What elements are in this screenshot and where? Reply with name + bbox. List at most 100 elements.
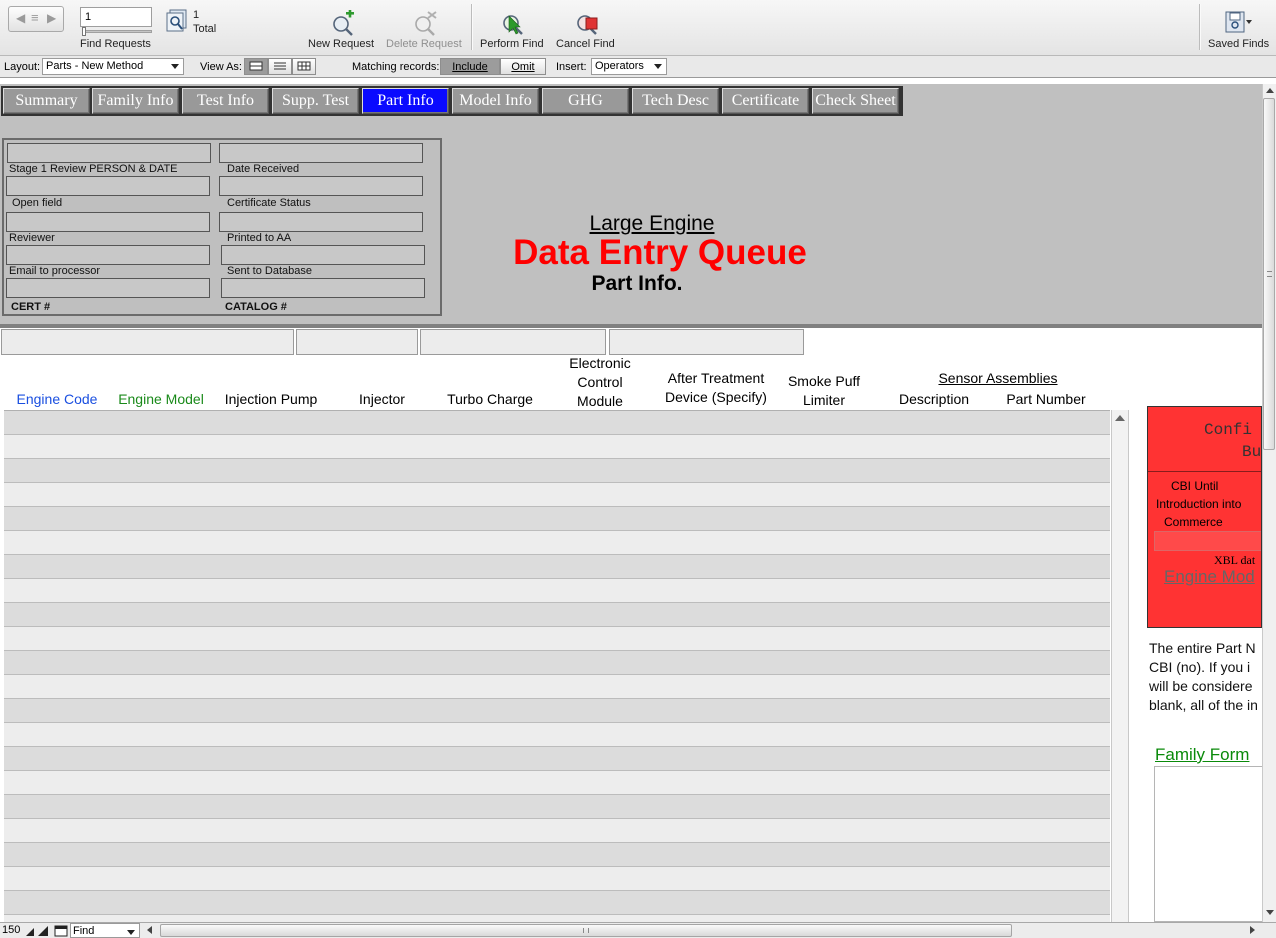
table-view-icon bbox=[297, 61, 311, 71]
cbi-input[interactable] bbox=[1154, 531, 1261, 551]
insert-label: Insert: bbox=[556, 61, 587, 73]
confidential-text: Bus bbox=[1242, 443, 1262, 461]
insert-operators-select[interactable]: Operators bbox=[591, 58, 667, 75]
tab-summary[interactable]: Summary bbox=[3, 88, 90, 114]
horizontal-scroll-thumb[interactable] bbox=[160, 924, 1012, 937]
include-button[interactable]: Include bbox=[440, 58, 500, 75]
date-received-field[interactable] bbox=[219, 143, 423, 163]
layout-select[interactable]: Parts - New Method bbox=[42, 58, 184, 75]
delete-request-button[interactable]: Delete Request bbox=[384, 0, 466, 54]
book-navigator[interactable]: ◀ ≡ ▶ bbox=[8, 6, 64, 32]
next-record-icon[interactable]: ▶ bbox=[47, 11, 56, 25]
list-view-button[interactable] bbox=[268, 58, 292, 75]
scroll-up-icon[interactable] bbox=[1266, 88, 1274, 93]
new-request-button[interactable]: New Request bbox=[306, 0, 378, 54]
cancel-find-button[interactable]: Cancel Find bbox=[554, 0, 624, 54]
atd-line: After Treatment bbox=[667, 370, 765, 386]
table-row[interactable] bbox=[4, 555, 1110, 579]
tab-supp-test[interactable]: Supp. Test bbox=[272, 88, 359, 114]
email-to-processor-field[interactable] bbox=[6, 245, 210, 265]
certificate-status-field[interactable] bbox=[219, 176, 423, 196]
table-row[interactable] bbox=[4, 795, 1110, 819]
tab-model-info[interactable]: Model Info bbox=[452, 88, 539, 114]
table-row[interactable] bbox=[4, 603, 1110, 627]
atd-line: Device (Specify) bbox=[665, 389, 767, 405]
cancel-find-label: Cancel Find bbox=[556, 38, 615, 50]
tab-tech-desc[interactable]: Tech Desc bbox=[632, 88, 719, 114]
column-header-ecm: Electronic Control Module bbox=[556, 354, 644, 411]
table-row[interactable] bbox=[4, 651, 1110, 675]
table-row[interactable] bbox=[4, 411, 1110, 435]
scroll-up-icon[interactable] bbox=[1115, 415, 1125, 421]
table-row[interactable] bbox=[4, 627, 1110, 651]
table-row[interactable] bbox=[4, 435, 1110, 459]
record-slider-handle[interactable] bbox=[82, 27, 86, 36]
column-header-part-number: Part Number bbox=[1006, 391, 1086, 407]
title-part-info: Part Info. bbox=[591, 272, 683, 295]
zoom-icons[interactable] bbox=[24, 925, 52, 937]
mode-select[interactable]: Find bbox=[70, 923, 140, 938]
scroll-right-icon[interactable] bbox=[1250, 926, 1255, 934]
zoom-level[interactable]: 150 bbox=[2, 924, 20, 936]
stage1-review-field[interactable] bbox=[7, 143, 211, 163]
table-row[interactable] bbox=[4, 771, 1110, 795]
scroll-down-icon[interactable] bbox=[1266, 910, 1274, 915]
date-received-label: Date Received bbox=[227, 163, 300, 175]
engine-model-link[interactable]: Engine Mod bbox=[1164, 567, 1255, 587]
summary-field[interactable] bbox=[420, 329, 606, 355]
table-row[interactable] bbox=[4, 531, 1110, 555]
parts-portal[interactable] bbox=[4, 410, 1110, 922]
table-row[interactable] bbox=[4, 507, 1110, 531]
column-header-after-treatment: After Treatment Device (Specify) bbox=[652, 369, 780, 407]
grip-icon bbox=[1267, 271, 1272, 277]
table-row[interactable] bbox=[4, 723, 1110, 747]
reviewer-field[interactable] bbox=[6, 212, 210, 232]
tab-ghg[interactable]: GHG bbox=[542, 88, 629, 114]
tab-check-sheet[interactable]: Check Sheet bbox=[812, 88, 899, 114]
reviewer-label: Reviewer bbox=[9, 232, 55, 244]
perform-find-button[interactable]: Perform Find bbox=[478, 0, 550, 54]
printed-to-aa-field[interactable] bbox=[219, 212, 423, 232]
tab-test-info[interactable]: Test Info bbox=[182, 88, 269, 114]
portal-scrollbar[interactable] bbox=[1111, 410, 1129, 922]
tab-part-info[interactable]: Part Info bbox=[362, 88, 449, 114]
table-row[interactable] bbox=[4, 819, 1110, 843]
cert-number-field[interactable] bbox=[6, 278, 210, 298]
current-record-input[interactable] bbox=[80, 7, 152, 27]
new-request-icon bbox=[333, 10, 354, 36]
status-area-toggle-icon[interactable] bbox=[54, 925, 68, 937]
catalog-number-label: CATALOG # bbox=[225, 301, 287, 313]
table-row[interactable] bbox=[4, 915, 1110, 922]
table-view-button[interactable] bbox=[292, 58, 316, 75]
catalog-number-field[interactable] bbox=[221, 278, 425, 298]
open-field-input[interactable] bbox=[6, 176, 210, 196]
table-row[interactable] bbox=[4, 675, 1110, 699]
table-row[interactable] bbox=[4, 459, 1110, 483]
family-form-link[interactable]: Family Form bbox=[1155, 745, 1262, 765]
summary-field[interactable] bbox=[1, 329, 294, 355]
tab-family-info[interactable]: Family Info bbox=[92, 88, 179, 114]
table-row[interactable] bbox=[4, 891, 1110, 915]
saved-finds-button[interactable]: Saved Finds bbox=[1204, 0, 1274, 54]
previous-record-icon[interactable]: ◀ bbox=[16, 11, 25, 25]
scroll-left-icon[interactable] bbox=[147, 926, 152, 934]
window-vertical-scroll-thumb[interactable] bbox=[1263, 98, 1275, 450]
summary-field[interactable] bbox=[296, 329, 418, 355]
email-to-processor-label: Email to processor bbox=[9, 265, 101, 277]
form-view-button[interactable] bbox=[244, 58, 268, 75]
table-row[interactable] bbox=[4, 843, 1110, 867]
table-row[interactable] bbox=[4, 867, 1110, 891]
summary-field[interactable] bbox=[609, 329, 804, 355]
family-form-field[interactable] bbox=[1154, 766, 1262, 922]
table-row[interactable] bbox=[4, 579, 1110, 603]
layout-label: Layout: bbox=[4, 61, 41, 73]
table-row[interactable] bbox=[4, 747, 1110, 771]
column-header-injection-pump: Injection Pump bbox=[224, 391, 318, 407]
omit-button[interactable]: Omit bbox=[500, 58, 546, 75]
sent-to-database-field[interactable] bbox=[221, 245, 425, 265]
table-row[interactable] bbox=[4, 483, 1110, 507]
tab-certificate[interactable]: Certificate bbox=[722, 88, 809, 114]
certificate-status-label: Certificate Status bbox=[227, 197, 311, 209]
record-slider[interactable] bbox=[82, 30, 152, 33]
table-row[interactable] bbox=[4, 699, 1110, 723]
